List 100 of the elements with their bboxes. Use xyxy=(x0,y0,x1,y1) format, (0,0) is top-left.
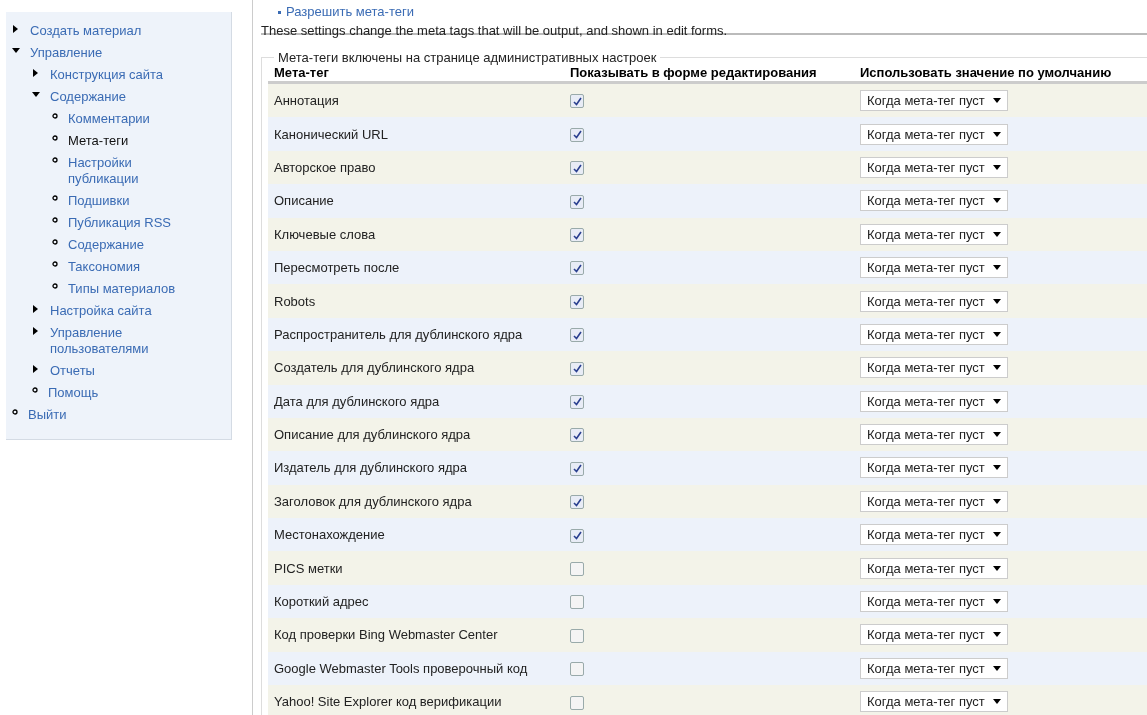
dropdown-caret-icon[interactable] xyxy=(992,198,1001,204)
menu-link[interactable]: Управление пользователями xyxy=(50,325,201,357)
dropdown-caret-icon[interactable] xyxy=(992,599,1001,605)
default-dropdown[interactable]: Когда мета-тег пуст xyxy=(860,90,1008,112)
dropdown-caret-icon[interactable] xyxy=(992,498,1001,504)
dropdown-caret-icon[interactable] xyxy=(992,365,1001,371)
bullet-icon xyxy=(52,135,58,141)
default-dropdown[interactable]: Когда мета-тег пуст xyxy=(860,424,1008,446)
menu-link[interactable]: Содержание xyxy=(50,89,126,105)
default-dropdown[interactable]: Когда мета-тег пуст xyxy=(860,357,1008,379)
default-dropdown[interactable]: Когда мета-тег пуст xyxy=(860,190,1008,212)
collapsed-arrow-icon[interactable] xyxy=(32,365,40,373)
default-dropdown[interactable]: Когда мета-тег пуст xyxy=(860,657,1008,679)
menu-link[interactable]: Управление xyxy=(30,45,103,61)
menu-link[interactable]: Настройки публикации xyxy=(68,155,201,187)
menu-link[interactable]: Отчеты xyxy=(50,363,95,379)
meta-tag-name: Аннотация xyxy=(274,93,339,109)
dropdown-caret-icon[interactable] xyxy=(992,465,1001,471)
dropdown-caret-icon[interactable] xyxy=(992,398,1001,404)
dropdown-caret-icon[interactable] xyxy=(992,665,1001,671)
default-dropdown[interactable]: Когда мета-тег пуст xyxy=(860,223,1008,245)
dropdown-caret-icon[interactable] xyxy=(992,565,1001,571)
dropdown-caret-icon[interactable] xyxy=(992,632,1001,638)
dropdown-caret-icon[interactable] xyxy=(992,131,1001,137)
checkbox[interactable] xyxy=(570,695,584,710)
default-dropdown[interactable]: Когда мета-тег пуст xyxy=(860,524,1008,546)
bullet-icon xyxy=(52,157,58,163)
link[interactable]: Разрешить мета-теги xyxy=(286,4,414,20)
meta-tag-name: Yahoo! Site Explorer код верификации xyxy=(274,694,502,710)
checkbox[interactable] xyxy=(570,662,584,677)
checkbox[interactable] xyxy=(570,528,584,543)
collapsed-arrow-icon[interactable] xyxy=(32,327,40,335)
checkbox[interactable] xyxy=(570,127,584,142)
dropdown-caret-icon[interactable] xyxy=(992,98,1001,104)
dropdown-caret-icon[interactable] xyxy=(992,164,1001,170)
default-dropdown[interactable]: Когда мета-тег пуст xyxy=(860,156,1008,178)
default-dropdown[interactable]: Когда мета-тег пуст xyxy=(860,390,1008,412)
expanded-arrow-icon[interactable] xyxy=(32,91,40,99)
default-dropdown[interactable]: Когда мета-тег пуст xyxy=(860,257,1008,279)
meta-tag-name: Заголовок для дублинского ядра xyxy=(274,493,472,509)
default-dropdown[interactable]: Когда мета-тег пуст xyxy=(860,691,1008,713)
meta-tag-name: Код проверки Bing Webmaster Center xyxy=(274,627,498,643)
meta-tag-name: Описание xyxy=(274,193,334,209)
default-dropdown[interactable]: Когда мета-тег пуст xyxy=(860,557,1008,579)
checkbox[interactable] xyxy=(570,161,584,176)
menu-link[interactable]: Настройка сайта xyxy=(50,303,152,319)
menu-link[interactable]: Подшивки xyxy=(68,193,130,209)
bullet-icon xyxy=(52,239,58,245)
collapsed-arrow-icon[interactable] xyxy=(32,69,40,77)
menu-link[interactable]: Публикация RSS xyxy=(68,215,171,231)
checkbox[interactable] xyxy=(570,395,584,409)
dropdown-caret-icon[interactable] xyxy=(992,231,1001,237)
default-dropdown[interactable]: Когда мета-тег пуст xyxy=(860,323,1008,345)
menu-link[interactable]: Комментарии xyxy=(68,111,150,127)
default-dropdown[interactable]: Когда мета-тег пуст xyxy=(860,624,1008,646)
menu-link[interactable]: Содержание xyxy=(68,237,144,253)
meta-tag-name: Ключевые слова xyxy=(274,226,376,242)
checkbox[interactable] xyxy=(570,495,584,510)
default-dropdown[interactable]: Когда мета-тег пуст xyxy=(860,490,1008,512)
checkbox[interactable] xyxy=(570,94,584,109)
checkbox[interactable] xyxy=(570,194,584,209)
bullet-icon xyxy=(52,283,58,289)
dropdown-caret-icon[interactable] xyxy=(992,699,1001,705)
checkbox[interactable] xyxy=(570,294,584,309)
menu-link[interactable]: Создать материал xyxy=(30,23,142,39)
menu-link[interactable]: Мета-теги xyxy=(68,133,129,149)
dropdown-caret-icon[interactable] xyxy=(992,265,1001,271)
checkbox[interactable] xyxy=(570,561,584,576)
default-dropdown[interactable]: Когда мета-тег пуст xyxy=(860,457,1008,479)
meta-tag-name: Дата для дублинского ядра xyxy=(274,393,440,409)
meta-tag-name: PICS метки xyxy=(274,560,343,576)
checkbox[interactable] xyxy=(570,428,584,443)
checkbox[interactable] xyxy=(570,595,584,610)
description-text: These settings change the meta tags that will be output, and shown in edit forms. xyxy=(261,23,728,38)
menu-link[interactable]: Конструкция сайта xyxy=(50,67,164,83)
meta-tag-name: Короткий адрес xyxy=(274,594,369,610)
collapsed-arrow-icon[interactable] xyxy=(32,305,40,313)
meta-tag-name: Описание для дублинского ядра xyxy=(274,427,471,443)
default-dropdown[interactable]: Когда мета-тег пуст xyxy=(860,123,1008,145)
menu-link[interactable]: Типы материалов xyxy=(68,281,176,297)
checkbox[interactable] xyxy=(570,228,584,243)
meta-tag-name: Распространитель для дублинского ядра xyxy=(274,326,523,342)
dropdown-caret-icon[interactable] xyxy=(992,432,1001,438)
menu-link[interactable]: Таксономия xyxy=(68,259,140,275)
checkbox[interactable] xyxy=(570,461,584,476)
menu-link[interactable]: Выйти xyxy=(28,407,67,423)
checkbox[interactable] xyxy=(570,628,584,643)
expanded-arrow-icon[interactable] xyxy=(12,47,20,55)
dropdown-caret-icon[interactable] xyxy=(992,331,1001,337)
default-dropdown[interactable]: Когда мета-тег пуст xyxy=(860,290,1008,312)
bullet-icon xyxy=(12,409,18,415)
bullet-icon xyxy=(52,113,58,119)
checkbox[interactable] xyxy=(570,361,584,376)
collapsed-arrow-icon[interactable] xyxy=(12,25,20,33)
dropdown-caret-icon[interactable] xyxy=(992,298,1001,304)
checkbox[interactable] xyxy=(570,328,584,343)
default-dropdown[interactable]: Когда мета-тег пуст xyxy=(860,591,1008,613)
checkbox[interactable] xyxy=(570,261,584,276)
menu-link[interactable]: Помощь xyxy=(48,385,99,401)
dropdown-caret-icon[interactable] xyxy=(992,532,1001,538)
